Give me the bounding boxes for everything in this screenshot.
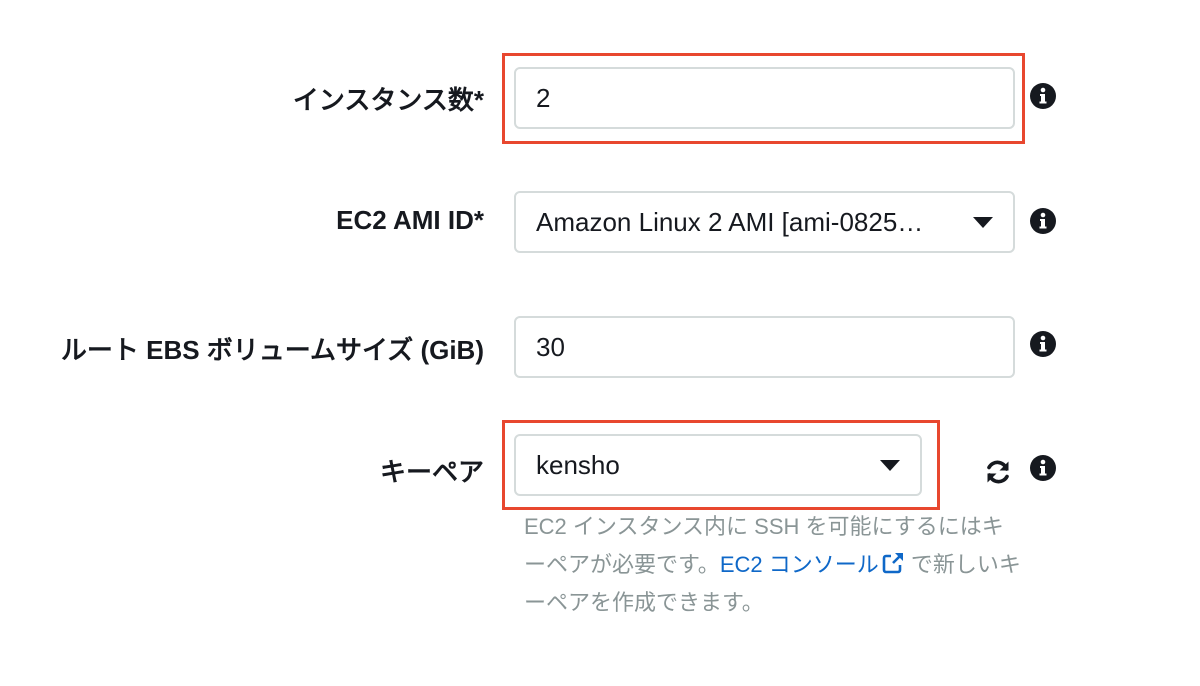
ami-id-value: Amazon Linux 2 AMI [ami-0825… xyxy=(536,206,924,237)
key-pair-select[interactable]: kensho xyxy=(514,434,922,496)
instance-count-label: インスタンス数* xyxy=(292,85,484,115)
info-icon[interactable] xyxy=(1030,208,1056,234)
external-link-icon xyxy=(882,553,903,574)
form-page: インスタンス数* 2 EC2 AMI ID* Amazon Linux 2 AM… xyxy=(0,0,1200,686)
info-icon[interactable] xyxy=(1030,83,1056,109)
ec2-console-link-label: EC2 コンソール xyxy=(719,552,879,577)
ec2-console-link[interactable]: EC2 コンソール xyxy=(720,552,905,577)
ami-id-select[interactable]: Amazon Linux 2 AMI [ami-0825… xyxy=(514,191,1015,253)
root-ebs-size-value: 30 xyxy=(536,331,565,362)
instance-count-value: 2 xyxy=(536,82,551,113)
refresh-icon[interactable] xyxy=(984,458,1012,486)
ami-id-label: EC2 AMI ID* xyxy=(336,205,484,235)
info-icon[interactable] xyxy=(1030,455,1056,481)
key-pair-value: kensho xyxy=(536,449,620,480)
chevron-down-icon xyxy=(880,460,900,471)
key-pair-help-text: EC2 インスタンス内に SSH を可能にするにはキーペアが必要です。EC2 コ… xyxy=(524,508,1024,622)
root-ebs-size-input[interactable]: 30 xyxy=(514,316,1015,378)
root-ebs-size-label: ルート EBS ボリュームサイズ (GiB) xyxy=(60,335,484,365)
key-pair-label: キーペア xyxy=(379,457,484,487)
info-icon[interactable] xyxy=(1030,331,1056,357)
instance-count-input[interactable]: 2 xyxy=(514,67,1015,129)
chevron-down-icon xyxy=(973,217,993,228)
